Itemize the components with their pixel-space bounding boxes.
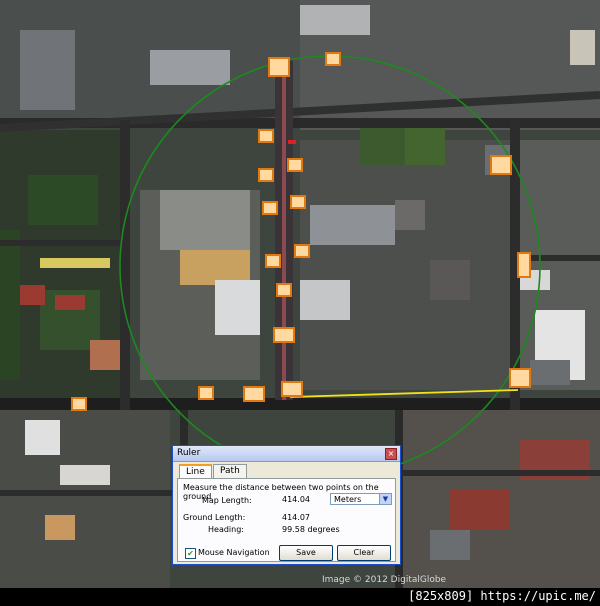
chevron-down-icon[interactable]: ▼ <box>379 494 391 504</box>
map-pin[interactable] <box>509 368 531 388</box>
map-length-label: Map Length: <box>202 496 252 505</box>
map-pin[interactable] <box>243 386 265 402</box>
watermark-text[interactable]: [825x809] https://upic.me/ <box>408 589 596 603</box>
clear-button[interactable]: Clear <box>337 545 391 561</box>
unit-select-value: Meters <box>334 495 362 504</box>
map-pin[interactable] <box>490 155 512 175</box>
ruler-title: Ruler <box>177 448 201 458</box>
map-pin[interactable] <box>262 201 278 215</box>
map-pin[interactable] <box>268 57 290 77</box>
imagery-credit: Image © 2012 DigitalGlobe <box>322 575 447 585</box>
ruler-titlebar[interactable]: Ruler × <box>173 446 400 462</box>
ground-length-value: 414.07 <box>282 513 310 522</box>
map-pin[interactable] <box>265 254 281 268</box>
map-pin[interactable] <box>273 327 295 343</box>
map-pin[interactable] <box>287 158 303 172</box>
mouse-navigation-checkbox[interactable]: ✔ <box>185 548 196 559</box>
map-pin[interactable] <box>258 129 274 143</box>
map-pin[interactable] <box>325 52 341 66</box>
unit-select[interactable]: Meters ▼ <box>330 493 392 505</box>
map-length-value: 414.04 <box>282 495 310 504</box>
ground-length-label: Ground Length: <box>183 513 246 522</box>
map-pin[interactable] <box>258 168 274 182</box>
map-pin[interactable] <box>276 283 292 297</box>
watermark-bar: [825x809] https://upic.me/ <box>0 588 600 606</box>
ruler-dialog: Ruler × Line Path Measure the distance b… <box>172 445 401 565</box>
heading-value: 99.58 degrees <box>282 525 340 534</box>
mouse-navigation-label: Mouse Navigation <box>198 548 270 557</box>
map-pin[interactable] <box>281 381 303 397</box>
map-pin[interactable] <box>290 195 306 209</box>
close-icon[interactable]: × <box>385 448 397 460</box>
map-pin[interactable] <box>294 244 310 258</box>
heading-label: Heading: <box>208 525 244 534</box>
map-pin[interactable] <box>71 397 87 411</box>
tab-path[interactable]: Path <box>213 464 247 478</box>
map-pin[interactable] <box>198 386 214 400</box>
satellite-map-view[interactable]: Image © 2012 DigitalGlobe Ruler × Line P… <box>0 0 600 588</box>
save-button[interactable]: Save <box>279 545 333 561</box>
map-pin[interactable] <box>517 252 531 278</box>
